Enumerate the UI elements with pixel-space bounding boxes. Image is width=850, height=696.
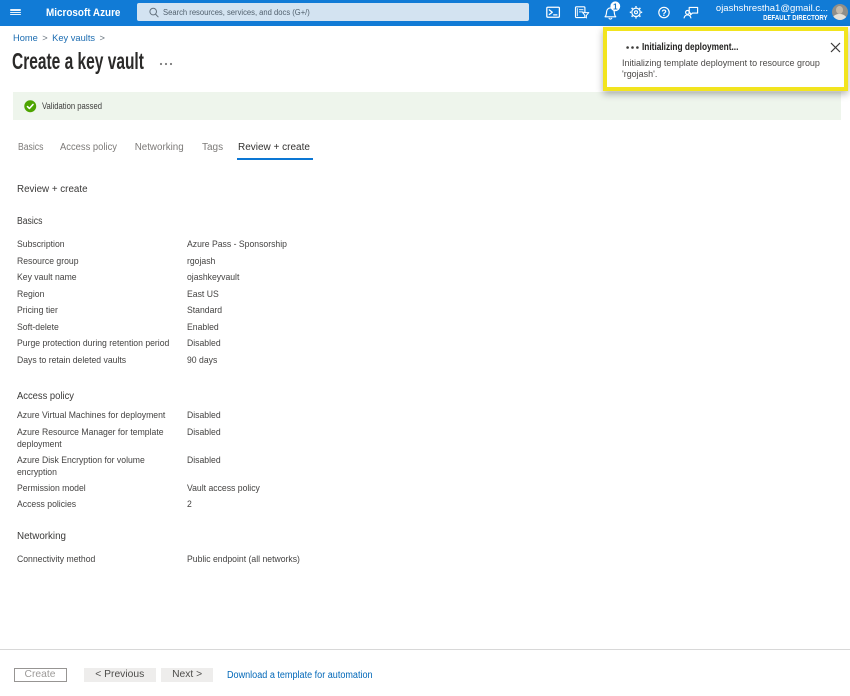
svg-text:?: ? xyxy=(661,8,666,18)
svg-text:1: 1 xyxy=(613,2,618,11)
